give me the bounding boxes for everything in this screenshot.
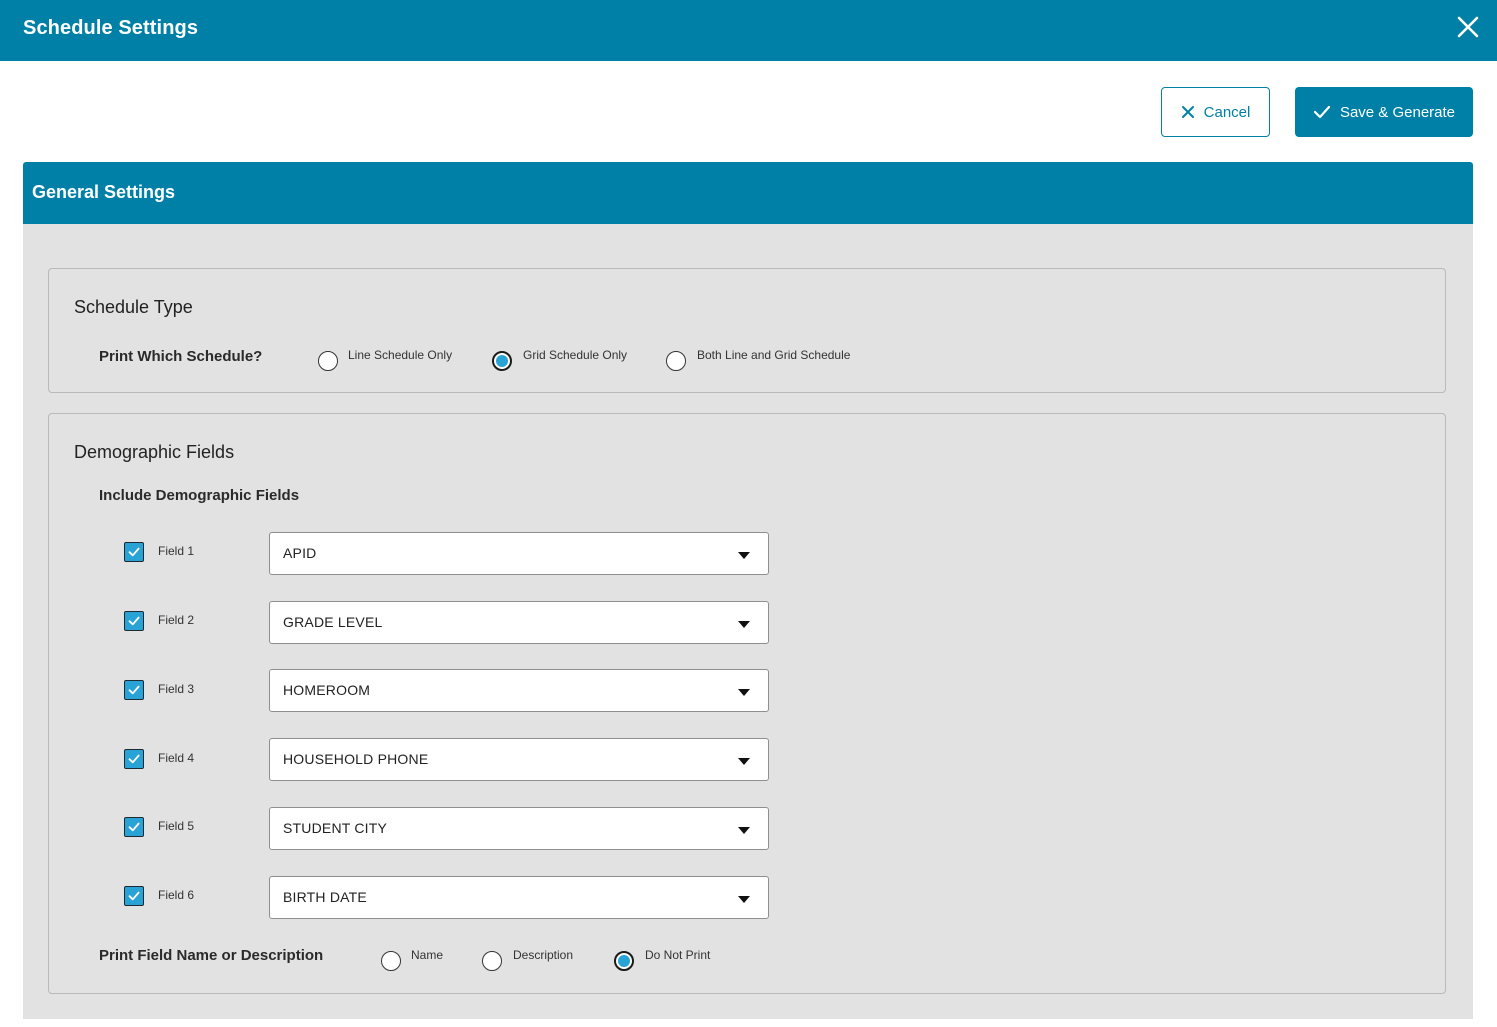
- chevron-down-icon: [738, 689, 750, 696]
- radio-both-line-and-grid[interactable]: [666, 351, 686, 371]
- dialog-header: Schedule Settings: [0, 0, 1497, 61]
- field-1-value: APID: [283, 545, 317, 561]
- field-2-label: Field 2: [158, 613, 195, 627]
- chevron-down-icon: [738, 621, 750, 628]
- field-6-label: Field 6: [158, 888, 195, 902]
- field-5-label: Field 5: [158, 819, 195, 833]
- radio-label-grid-schedule-only: Grid Schedule Only: [523, 348, 628, 362]
- radio-grid-schedule-only[interactable]: [492, 351, 512, 371]
- check-icon: [128, 547, 140, 557]
- check-icon: [128, 754, 140, 764]
- save-label: Save & Generate: [1339, 103, 1456, 121]
- field-5-select[interactable]: STUDENT CITY: [269, 807, 769, 850]
- field-1-label: Field 1: [158, 544, 195, 558]
- x-icon: [1181, 106, 1194, 118]
- field-4-label: Field 4: [158, 751, 195, 765]
- field-3-label: Field 3: [158, 682, 195, 696]
- radio-line-schedule-only[interactable]: [318, 351, 338, 371]
- dialog-title: Schedule Settings: [23, 17, 199, 39]
- save-generate-button[interactable]: Save & Generate: [1295, 87, 1473, 137]
- check-icon: [128, 616, 140, 626]
- check-icon: [128, 685, 140, 695]
- check-icon: [128, 891, 140, 901]
- radio-print-description[interactable]: [482, 951, 502, 971]
- field-3-select[interactable]: HOMEROOM: [269, 669, 769, 712]
- field-6-value: BIRTH DATE: [283, 889, 367, 905]
- radio-print-name[interactable]: [381, 951, 401, 971]
- field-1-checkbox[interactable]: [124, 542, 144, 562]
- field-2-checkbox[interactable]: [124, 611, 144, 631]
- radio-do-not-print[interactable]: [614, 951, 634, 971]
- field-4-select[interactable]: HOUSEHOLD PHONE: [269, 738, 769, 781]
- field-3-value: HOMEROOM: [283, 682, 371, 698]
- check-icon: [1313, 105, 1331, 119]
- field-6-select[interactable]: BIRTH DATE: [269, 876, 769, 919]
- schedule-type-title: Schedule Type: [74, 297, 193, 317]
- field-1-select[interactable]: APID: [269, 532, 769, 575]
- print-which-schedule-label: Print Which Schedule?: [99, 348, 263, 365]
- check-icon: [128, 822, 140, 832]
- field-6-checkbox[interactable]: [124, 886, 144, 906]
- field-3-checkbox[interactable]: [124, 680, 144, 700]
- demographic-fields-title: Demographic Fields: [74, 442, 235, 462]
- include-demographic-fields-label: Include Demographic Fields: [99, 487, 300, 504]
- chevron-down-icon: [738, 827, 750, 834]
- cancel-button[interactable]: Cancel: [1161, 87, 1270, 137]
- print-field-name-label: Print Field Name or Description: [99, 947, 324, 964]
- radio-label-do-not-print: Do Not Print: [645, 948, 711, 962]
- radio-label-line-schedule-only: Line Schedule Only: [348, 348, 453, 362]
- close-icon[interactable]: [1455, 14, 1481, 40]
- cancel-label: Cancel: [1203, 103, 1251, 121]
- field-5-checkbox[interactable]: [124, 817, 144, 837]
- radio-label-both-line-and-grid: Both Line and Grid Schedule: [697, 348, 851, 362]
- general-settings-title: General Settings: [32, 182, 176, 202]
- field-2-select[interactable]: GRADE LEVEL: [269, 601, 769, 644]
- field-4-checkbox[interactable]: [124, 749, 144, 769]
- field-2-value: GRADE LEVEL: [283, 614, 383, 630]
- radio-label-print-description: Description: [513, 948, 574, 962]
- field-4-value: HOUSEHOLD PHONE: [283, 751, 429, 767]
- field-5-value: STUDENT CITY: [283, 820, 388, 836]
- chevron-down-icon: [738, 896, 750, 903]
- general-settings-header: General Settings: [23, 162, 1473, 224]
- chevron-down-icon: [738, 552, 750, 559]
- chevron-down-icon: [738, 758, 750, 765]
- radio-label-print-name: Name: [411, 948, 444, 962]
- schedule-type-panel: [48, 268, 1446, 393]
